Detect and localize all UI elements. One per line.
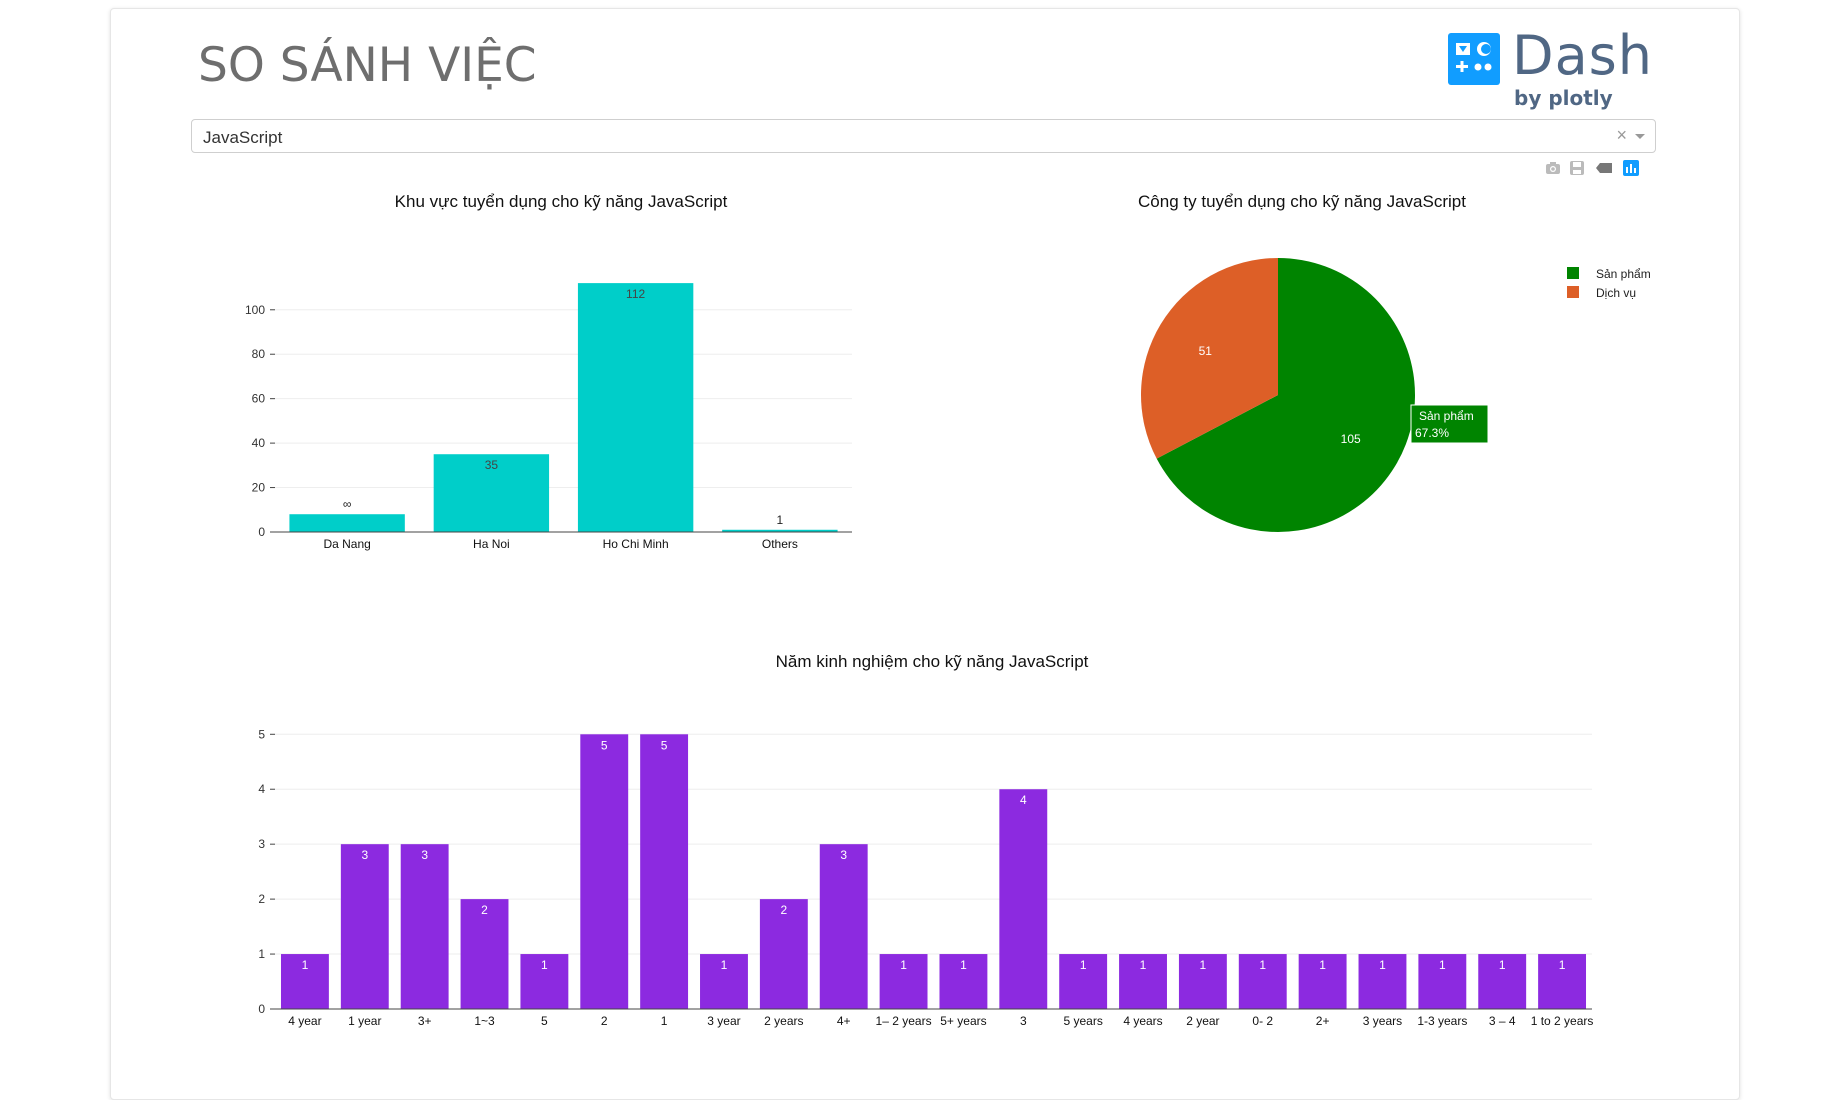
dash-logo-icon (1448, 33, 1500, 85)
dash-logo: Dash by plotly (1448, 24, 1652, 110)
dash-logo-text: Dash (1512, 24, 1654, 87)
plotly-logo-icon[interactable] (1623, 160, 1639, 176)
dashboard-card (110, 8, 1740, 1100)
skill-dropdown[interactable]: JavaScript × (191, 119, 1656, 153)
skill-dropdown-value: JavaScript (203, 128, 283, 147)
dash-logo-subtext: by plotly (1514, 86, 1613, 110)
tag-icon[interactable] (1595, 160, 1612, 176)
camera-icon[interactable] (1545, 160, 1561, 176)
save-icon[interactable] (1569, 160, 1585, 176)
chevron-down-icon[interactable] (1635, 134, 1645, 139)
page-title: SO SÁNH VIỆC (198, 38, 537, 93)
clear-icon[interactable]: × (1616, 125, 1627, 146)
